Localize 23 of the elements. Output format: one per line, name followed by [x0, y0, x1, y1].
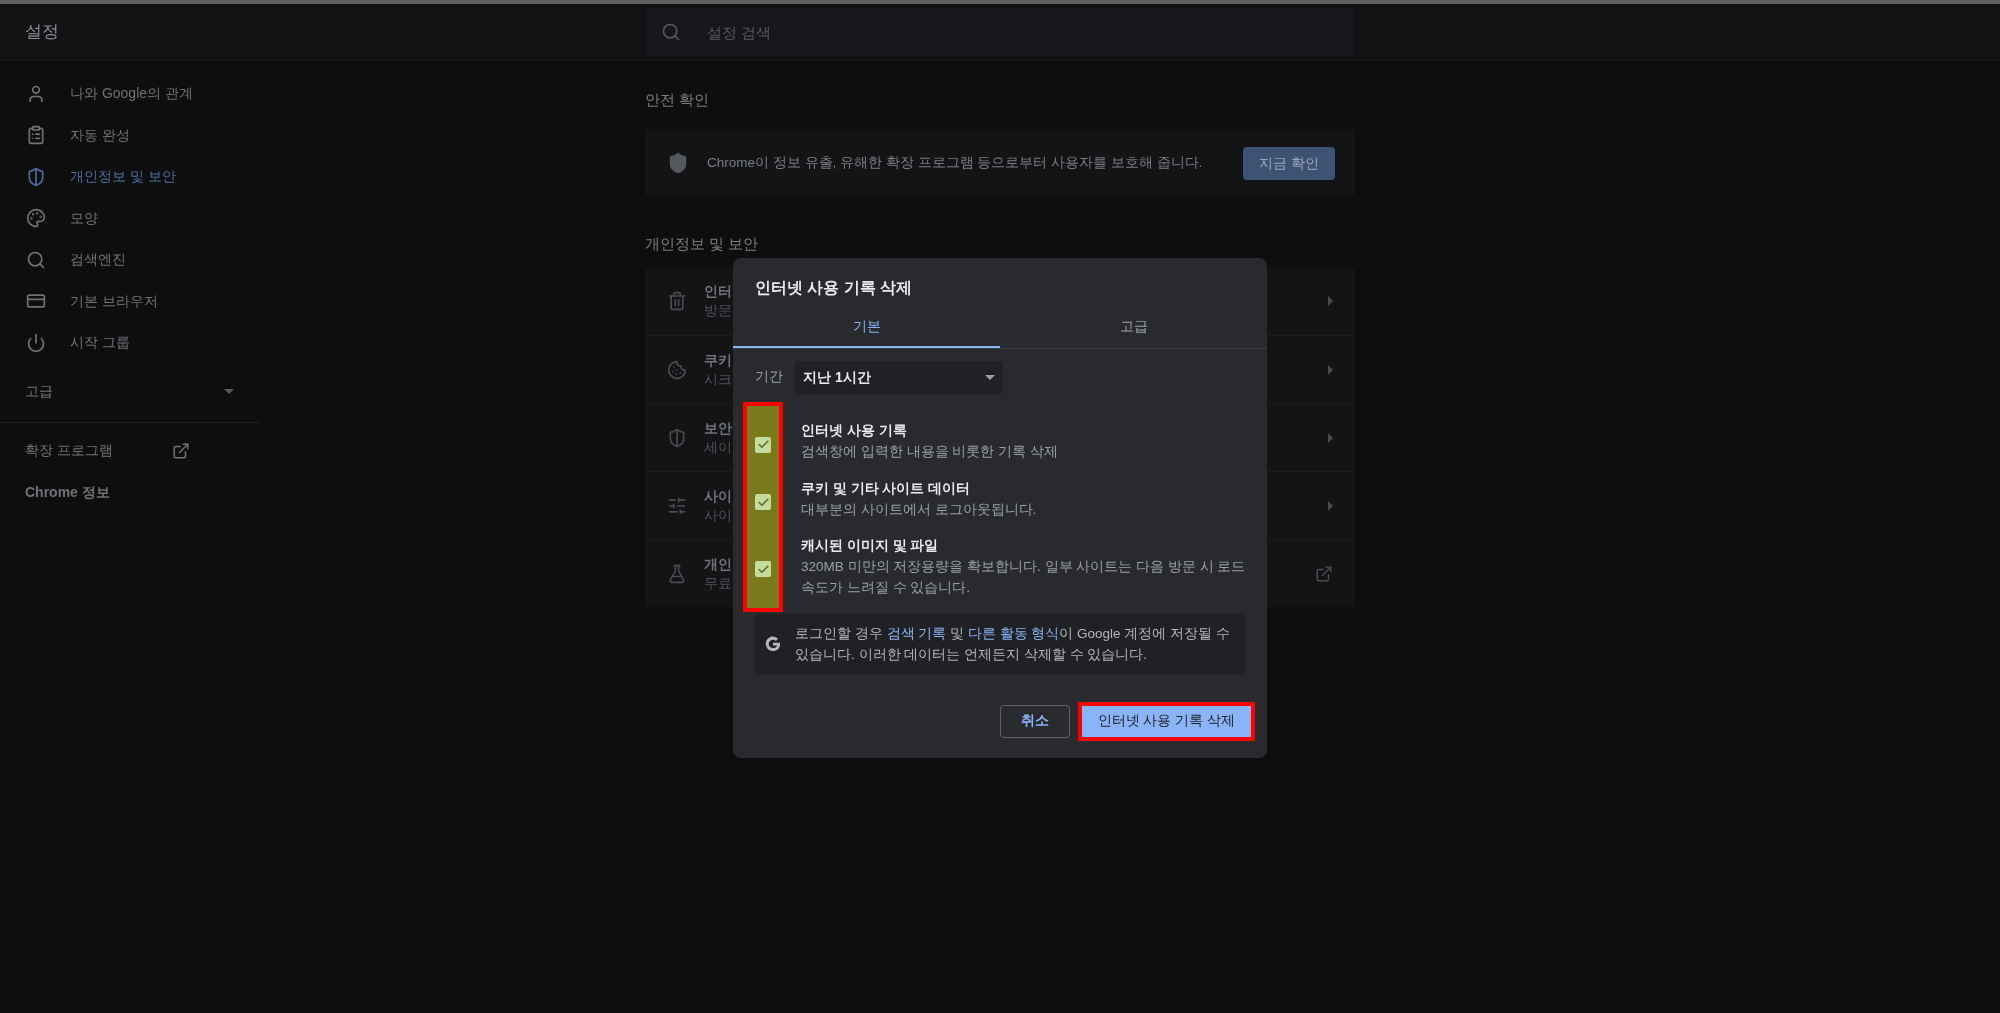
option-description: 검색창에 입력한 내용을 비롯한 기록 삭제	[801, 442, 1059, 461]
option-title: 인터넷 사용 기록	[801, 421, 908, 440]
row-subtitle: 사이	[704, 506, 732, 525]
settings-title: 설정	[25, 22, 59, 42]
row-title: 보안	[704, 419, 732, 438]
row-title: 사이	[704, 487, 732, 506]
dialog-title: 인터넷 사용 기록 삭제	[755, 278, 913, 298]
option-description: 320MB 미만의 저장용량을 확보합니다. 일부 사이트는 다음 방문 시 로드 속도가 느려질 수 있습니다.	[801, 558, 1247, 597]
section-heading: 개인정보 및 보안	[645, 233, 759, 254]
row-title: 쿠키	[704, 351, 732, 370]
notice-text: 로그인할 경우 검색 기록 및 다른 활동 형식 이 Google 계정에 저장될 수 있습니다. 이러한 데이터는 언제든지 삭제할 수 있습니다.	[795, 625, 1231, 664]
row-subtitle: 방문	[704, 302, 732, 320]
row-subtitle: 시크	[704, 370, 732, 389]
section-heading: 안전 확인	[645, 89, 710, 110]
option-title: 쿠키 및 기타 사이트 데이터	[801, 479, 971, 498]
row-title: 인터	[704, 283, 732, 301]
option-description: 대부분의 사이트에서 로그아웃됩니다.	[801, 500, 1038, 519]
row-title: 개인	[704, 555, 732, 574]
option-title: 캐시된 이미지 및 파일	[801, 537, 940, 555]
row-subtitle: 무료	[704, 574, 732, 593]
safety-check-text: Chrome이 정보 유출, 유해한 확장 프로그램 등으로부터 사용자를 보호해 줍니다.	[707, 153, 1204, 172]
period-label: 기간	[755, 368, 783, 387]
row-subtitle: 세이	[704, 438, 732, 457]
